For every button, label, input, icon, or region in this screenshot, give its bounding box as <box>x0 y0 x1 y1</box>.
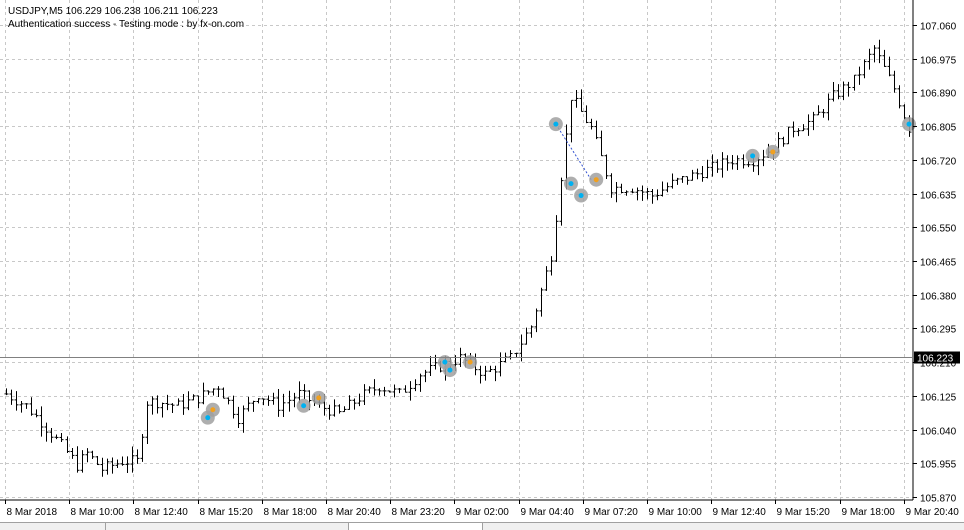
trade-marker <box>568 181 574 187</box>
trade-marker <box>906 121 912 127</box>
trade-marker <box>447 367 453 373</box>
x-tick-label: 8 Mar 2018 <box>7 507 58 518</box>
x-tick-label: 9 Mar 04:40 <box>521 507 575 518</box>
x-tick-label: 8 Mar 18:00 <box>264 507 318 518</box>
y-tick-label: 106.465 <box>920 258 957 269</box>
trade-marker <box>205 415 211 421</box>
trade-marker <box>578 193 584 199</box>
chart-window[interactable]: 107.060 106.975 106.890 106.805 106.720 106.6… <box>0 0 964 529</box>
trade-marker <box>467 359 473 365</box>
y-tick-label: 106.295 <box>920 325 957 336</box>
status-message: Authentication success - Testing mode : … <box>8 19 245 30</box>
x-tick-label: 9 Mar 02:00 <box>456 507 510 518</box>
x-tick-label: 8 Mar 20:40 <box>328 507 382 518</box>
trade-marker <box>301 403 307 409</box>
x-tick-label: 9 Mar 18:00 <box>842 507 896 518</box>
trade-marker <box>750 153 756 159</box>
trade-marker <box>316 395 322 401</box>
y-tick-label: 106.635 <box>920 191 957 202</box>
x-tick-label: 8 Mar 10:00 <box>71 507 125 518</box>
trade-marker <box>210 407 216 413</box>
current-price-label: 106.223 <box>917 354 954 365</box>
trade-marker <box>770 149 776 155</box>
trade-marker <box>442 359 448 365</box>
price-axis: 107.060 106.975 106.890 106.805 106.720 106.6… <box>913 22 957 505</box>
x-tick-label: 8 Mar 23:20 <box>392 507 446 518</box>
y-tick-label: 107.060 <box>920 22 957 33</box>
x-tick-label: 8 Mar 12:40 <box>135 507 189 518</box>
symbol-ohlc-label: USDJPY,M5 106.229 106.238 106.211 106.22… <box>8 6 218 17</box>
x-tick-label: 9 Mar 15:20 <box>777 507 831 518</box>
price-chart[interactable]: 107.060 106.975 106.890 106.805 106.720 106.6… <box>0 0 964 522</box>
y-tick-label: 106.125 <box>920 393 957 404</box>
y-tick-label: 106.550 <box>920 224 957 235</box>
y-tick-label: 105.955 <box>920 460 957 471</box>
x-tick-label: 9 Mar 07:20 <box>585 507 639 518</box>
y-tick-label: 106.720 <box>920 157 957 168</box>
x-tick-label: 9 Mar 10:00 <box>649 507 703 518</box>
y-tick-label: 106.975 <box>920 56 957 67</box>
x-tick-label: 8 Mar 15:20 <box>200 507 254 518</box>
trade-marker <box>553 121 559 127</box>
y-tick-label: 106.380 <box>920 292 957 303</box>
y-tick-label: 106.890 <box>920 89 957 100</box>
x-tick-label: 9 Mar 12:40 <box>713 507 767 518</box>
trade-marker <box>593 177 599 183</box>
x-tick-label: 9 Mar 20:40 <box>906 507 960 518</box>
y-tick-label: 105.870 <box>920 494 957 505</box>
y-tick-label: 106.805 <box>920 123 957 134</box>
y-tick-label: 106.040 <box>920 427 957 438</box>
